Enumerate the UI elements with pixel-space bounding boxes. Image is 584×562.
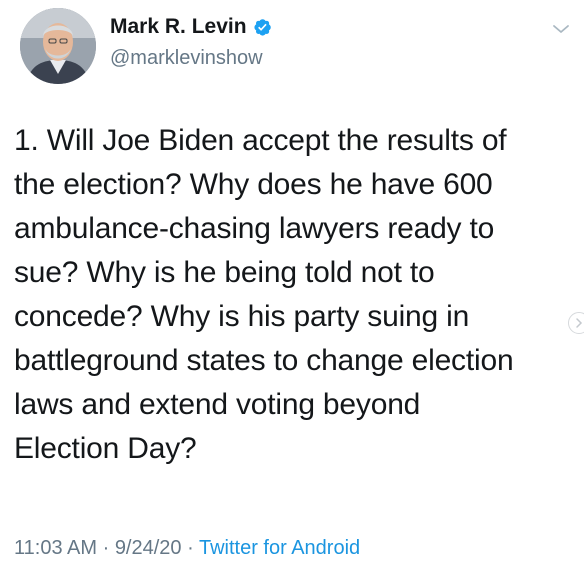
user-handle[interactable]: @marklevinshow	[110, 48, 263, 68]
display-name[interactable]: Mark R. Levin	[110, 16, 247, 37]
tweet-line: Election Day?	[14, 432, 197, 465]
tweet-card: Mark R. Levin @marklevinshow 1. Will Joe…	[0, 0, 584, 562]
tweet-line: battleground states to change election	[14, 344, 514, 377]
meta-separator: ·	[97, 537, 115, 559]
chevron-right-icon[interactable]	[568, 312, 584, 334]
meta-separator: ·	[181, 537, 199, 559]
name-row[interactable]: Mark R. Levin	[110, 16, 272, 37]
tweet-meta: 11:03 AM · 9/24/20 · Twitter for Android	[14, 538, 360, 558]
profile-photo-icon	[20, 8, 96, 84]
tweet-source-link[interactable]: Twitter for Android	[199, 537, 360, 559]
tweet-time[interactable]: 11:03 AM	[14, 537, 97, 559]
tweet-line: sue? Why is he being told not to	[14, 256, 435, 289]
tweet-line: ambulance-chasing lawyers ready to	[14, 212, 495, 245]
chevron-down-icon[interactable]	[552, 22, 570, 34]
verified-badge-icon	[252, 17, 272, 37]
avatar[interactable]	[20, 8, 96, 84]
tweet-text: 1. Will Joe Biden accept the results of …	[14, 119, 570, 471]
tweet-line: concede? Why is his party suing in	[14, 300, 470, 333]
tweet-line: 1. Will Joe Biden accept the results of	[14, 124, 507, 157]
tweet-date[interactable]: 9/24/20	[115, 537, 182, 559]
tweet-line: laws and extend voting beyond	[14, 388, 421, 421]
tweet-line: the election? Why does he have 600	[14, 168, 493, 201]
